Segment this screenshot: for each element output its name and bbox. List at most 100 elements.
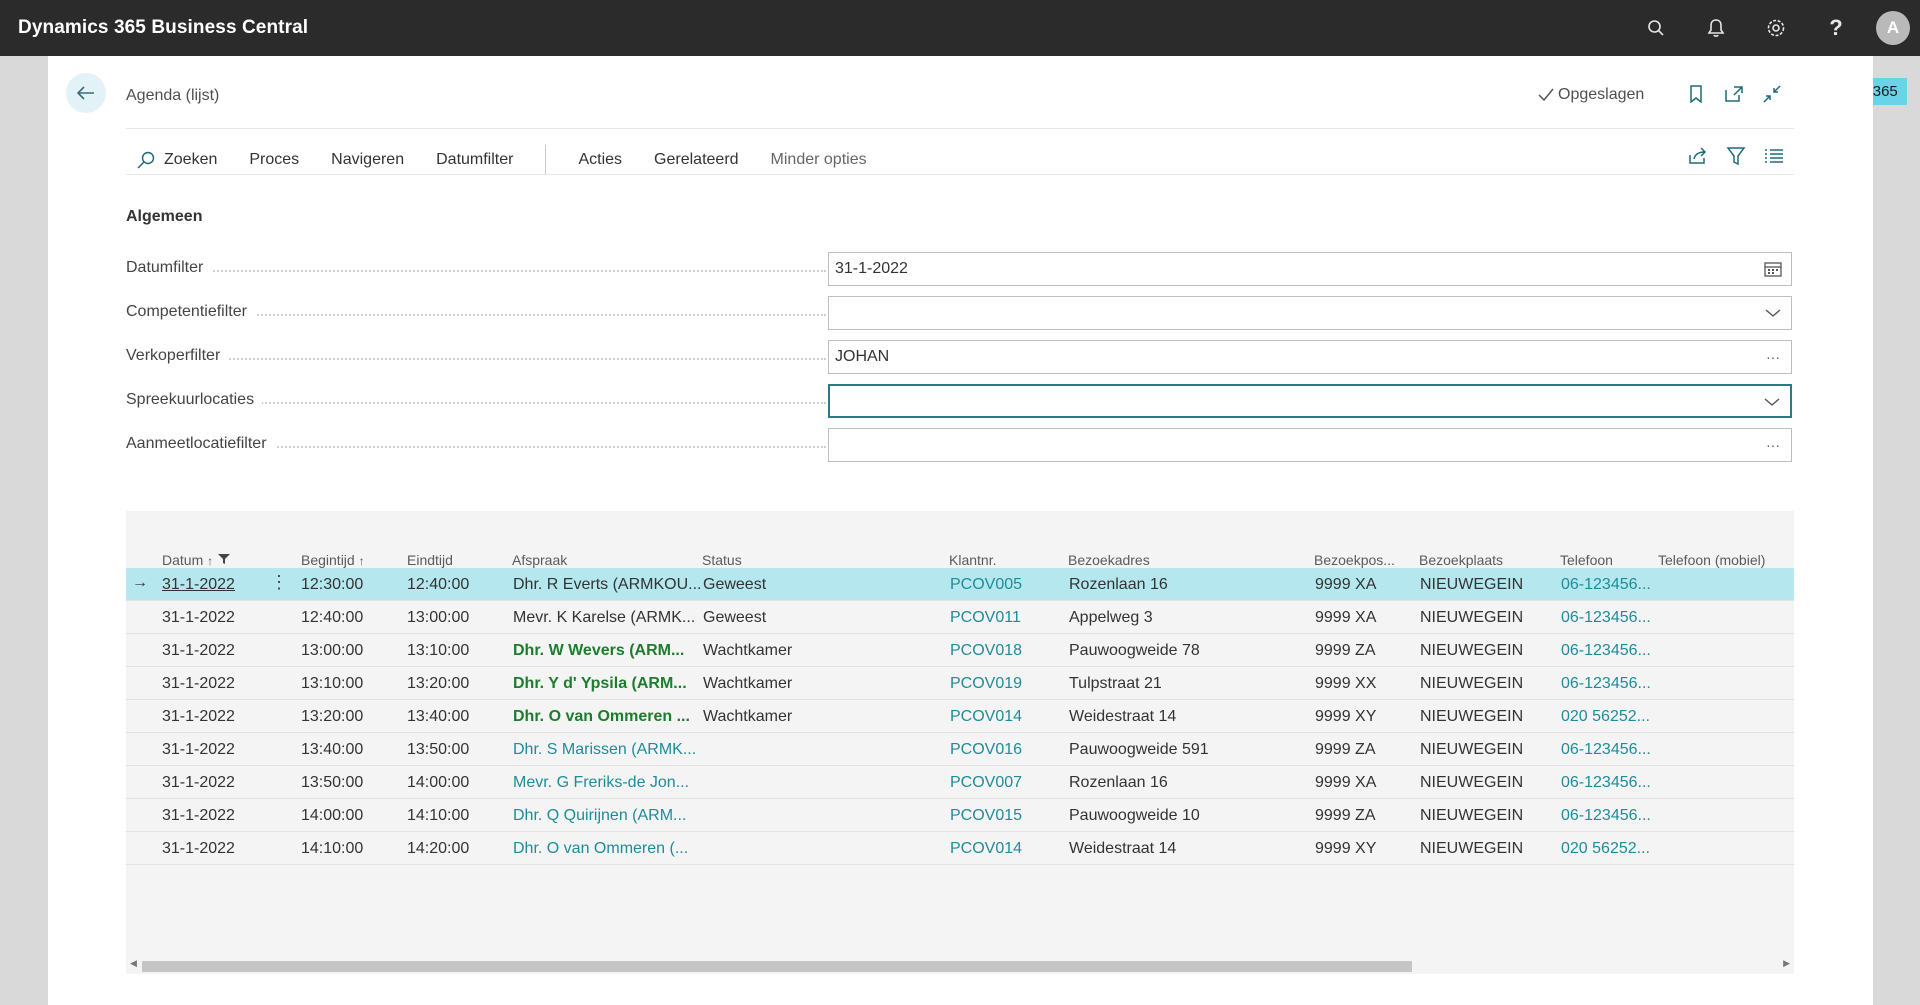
ellipsis-icon[interactable]: ··· [1763, 435, 1783, 455]
cell-customer-no[interactable]: PCOV007 [950, 774, 1022, 792]
cell-customer-no[interactable]: PCOV014 [950, 840, 1022, 858]
filter-icon[interactable] [1724, 144, 1748, 168]
app-title[interactable]: Dynamics 365 Business Central [18, 17, 308, 39]
cell-phone[interactable]: 06-123456... [1561, 741, 1651, 759]
consultation-locations-select[interactable] [828, 384, 1792, 418]
column-header-customer-no[interactable]: Klantnr. [949, 552, 996, 568]
bell-icon[interactable] [1686, 0, 1746, 56]
cell-phone[interactable]: 06-123456... [1561, 642, 1651, 660]
cell-date: 31-1-2022 [162, 741, 235, 758]
cell-status: Wachtkamer [703, 642, 793, 659]
cell-status: Geweest [703, 576, 767, 593]
table-row[interactable]: 31-1-2022 13:50:00 14:00:00 Mevr. G Freriks… [126, 766, 1794, 799]
cell-phone[interactable]: 06-123456... [1561, 807, 1651, 825]
competence-filter-select[interactable] [828, 296, 1792, 330]
related-menu[interactable]: Gerelateerd [654, 151, 739, 169]
cell-phone[interactable]: 020 56252... [1561, 840, 1650, 858]
cell-date[interactable]: 31-1-2022 [162, 576, 235, 594]
share-icon[interactable] [1686, 144, 1710, 168]
cell-status: Wachtkamer [703, 708, 793, 725]
fewer-options-button[interactable]: Minder opties [771, 151, 867, 169]
column-header-visit-address[interactable]: Bezoekadres [1068, 552, 1150, 568]
page-header-actions [1684, 82, 1784, 106]
avatar[interactable]: A [1876, 11, 1910, 45]
list-view-icon[interactable] [1762, 144, 1786, 168]
collapse-icon[interactable] [1760, 82, 1784, 106]
cell-visit-postcode: 9999 XA [1315, 576, 1377, 593]
gear-icon[interactable] [1746, 0, 1806, 56]
cell-appointment[interactable]: Dhr. W Wevers (ARM... [513, 642, 684, 660]
column-header-appointment[interactable]: Afspraak [512, 552, 567, 568]
column-header-date[interactable]: Datum ↑ [162, 552, 231, 568]
help-icon[interactable]: ? [1806, 0, 1866, 56]
actions-menu[interactable]: Acties [578, 151, 622, 169]
table-row[interactable]: 31-1-2022 14:10:00 14:20:00 Dhr. O van Omme… [126, 832, 1794, 865]
bookmark-icon[interactable] [1684, 82, 1708, 106]
search-action[interactable]: Zoeken [136, 150, 217, 170]
cell-appointment[interactable]: Dhr. S Marissen (ARMK... [513, 741, 696, 759]
row-menu-icon[interactable]: ⋮ [270, 572, 288, 593]
column-header-visit-postcode[interactable]: Bezoekpos... [1314, 552, 1395, 568]
cell-appointment[interactable]: Mevr. K Karelse (ARMK... [513, 609, 695, 627]
cell-appointment[interactable]: Dhr. Y d' Ypsila (ARM... [513, 675, 687, 693]
navigate-menu[interactable]: Navigeren [331, 151, 404, 169]
table-row[interactable]: 31-1-2022 13:10:00 13:20:00 Dhr. Y d' Ypsil… [126, 667, 1794, 700]
page-title: Agenda (lijst) [126, 87, 220, 104]
calendar-icon[interactable] [1763, 259, 1783, 279]
cell-customer-no[interactable]: PCOV005 [950, 576, 1022, 594]
table-row[interactable]: 31-1-2022 13:00:00 13:10:00 Dhr. W Wevers (… [126, 634, 1794, 667]
table-row[interactable]: 31-1-2022 12:40:00 13:00:00 Mevr. K Karelse… [126, 601, 1794, 634]
table-row[interactable]: → ⋮ 31-1-2022 12:30:00 12:40:00 Dhr. R Everts… [126, 568, 1794, 601]
cell-phone[interactable]: 06-123456... [1561, 609, 1651, 627]
ellipsis-icon[interactable]: ··· [1763, 347, 1783, 367]
cell-visit-address: Pauwoogweide 591 [1069, 741, 1209, 758]
back-button[interactable] [66, 73, 106, 113]
table-row[interactable]: 31-1-2022 13:20:00 13:40:00 Dhr. O van Omme… [126, 700, 1794, 733]
cell-visit-address: Weidestraat 14 [1069, 840, 1177, 857]
horizontal-scrollbar[interactable]: ◀ ▶ [126, 958, 1794, 974]
cell-appointment[interactable]: Mevr. G Freriks-de Jon... [513, 774, 689, 792]
datefilter-value: 31-1-2022 [835, 260, 908, 277]
cell-visit-address: Rozenlaan 16 [1069, 774, 1168, 791]
table-row[interactable]: 31-1-2022 13:40:00 13:50:00 Dhr. S Marissen… [126, 733, 1794, 766]
cell-start-time: 13:00:00 [301, 642, 364, 659]
column-header-label: Datum [162, 552, 204, 568]
cell-phone[interactable]: 06-123456... [1561, 675, 1651, 693]
table-row[interactable]: 31-1-2022 14:00:00 14:10:00 Dhr. Q Quirijne… [126, 799, 1794, 832]
column-header-visit-city[interactable]: Bezoekplaats [1419, 552, 1503, 568]
cell-phone[interactable]: 06-123456... [1561, 774, 1651, 792]
search-icon[interactable] [1626, 0, 1686, 56]
chevron-down-icon[interactable] [1763, 303, 1783, 323]
chevron-down-icon[interactable] [1762, 392, 1782, 412]
cell-customer-no[interactable]: PCOV015 [950, 807, 1022, 825]
salesperson-filter-input[interactable]: JOHAN ··· [828, 340, 1792, 374]
scrollbar-thumb[interactable] [142, 961, 1412, 972]
cell-appointment[interactable]: Dhr. O van Ommeren ... [513, 708, 690, 726]
cell-appointment[interactable]: Dhr. R Everts (ARMKOU... [513, 576, 701, 594]
cell-visit-address: Pauwoogweide 78 [1069, 642, 1200, 659]
column-header-phone[interactable]: Telefoon [1560, 552, 1613, 568]
cell-phone[interactable]: 020 56252... [1561, 708, 1650, 726]
scroll-right-arrow-icon[interactable]: ▶ [1783, 958, 1790, 969]
filter-icon[interactable] [217, 553, 231, 565]
scroll-left-arrow-icon[interactable]: ◀ [130, 958, 137, 969]
column-header-start-time[interactable]: Begintijd ↑ [301, 552, 365, 568]
cell-customer-no[interactable]: PCOV019 [950, 675, 1022, 693]
column-header-mobile-phone[interactable]: Telefoon (mobiel) [1658, 552, 1765, 568]
row-indicator-arrow-icon: → [132, 574, 148, 591]
cell-appointment[interactable]: Dhr. O van Ommeren (... [513, 840, 688, 858]
column-header-status[interactable]: Status [702, 552, 742, 568]
cell-appointment[interactable]: Dhr. Q Quirijnen (ARM... [513, 807, 686, 825]
open-new-window-icon[interactable] [1722, 82, 1746, 106]
cell-customer-no[interactable]: PCOV018 [950, 642, 1022, 660]
process-menu[interactable]: Proces [249, 151, 299, 169]
cell-phone[interactable]: 06-123456... [1561, 576, 1651, 594]
column-header-end-time[interactable]: Eindtijd [407, 552, 453, 568]
measurement-location-filter-input[interactable]: ··· [828, 428, 1792, 462]
cell-customer-no[interactable]: PCOV016 [950, 741, 1022, 759]
section-title-general[interactable]: Algemeen [126, 208, 202, 226]
cell-customer-no[interactable]: PCOV014 [950, 708, 1022, 726]
cell-customer-no[interactable]: PCOV011 [950, 609, 1021, 627]
datefilter-menu[interactable]: Datumfilter [436, 151, 513, 169]
datefilter-input[interactable]: 31-1-2022 [828, 252, 1792, 286]
